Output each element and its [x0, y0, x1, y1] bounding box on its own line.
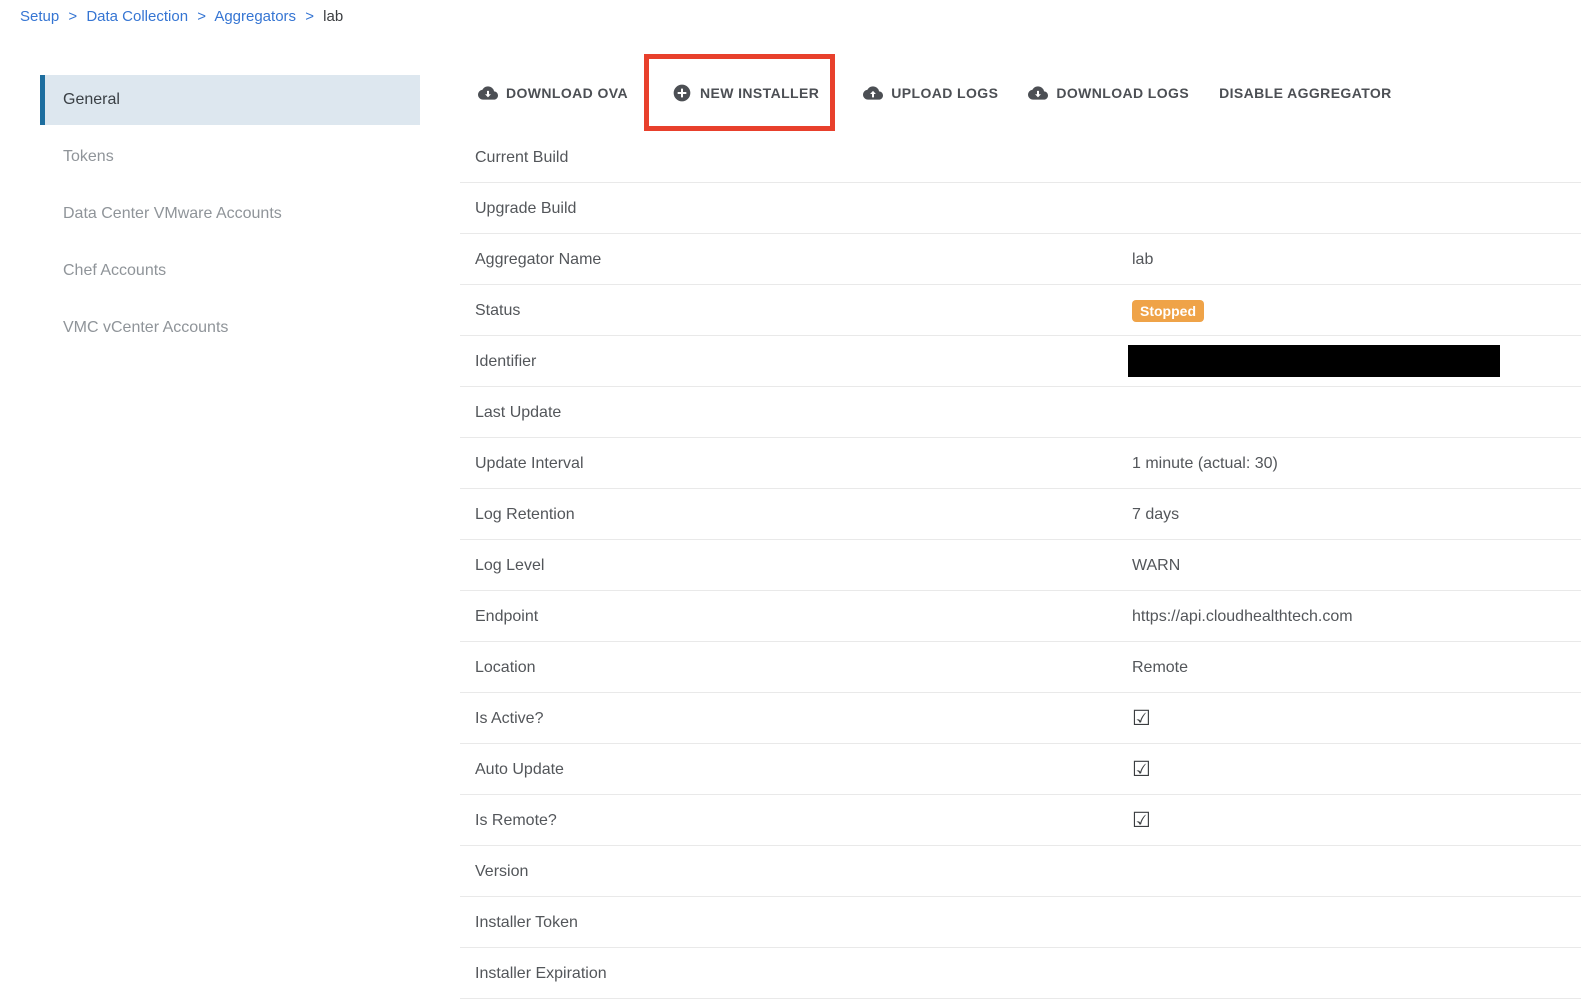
table-row-log-level: Log Level WARN [460, 540, 1581, 591]
new-installer-button[interactable]: NEW INSTALLER [672, 83, 819, 103]
field-value: Remote [1132, 659, 1189, 676]
field-label: Is Active? [475, 710, 544, 727]
field-label: Log Retention [475, 506, 575, 523]
field-value: ☑ [1132, 693, 1151, 744]
cloud-download-icon [1028, 83, 1049, 103]
field-label: Auto Update [475, 761, 564, 778]
table-row-installer-expiration: Installer Expiration [460, 948, 1581, 999]
aggregator-details-table: Current Build Upgrade Build Aggregator N… [460, 132, 1581, 999]
field-label: Is Remote? [475, 812, 557, 829]
checked-checkbox-icon[interactable]: ☑ [1132, 707, 1151, 730]
field-label: Upgrade Build [475, 200, 577, 217]
toolbar: DOWNLOAD OVA NEW INSTALLER UPLOAD LOGS D… [478, 54, 1581, 131]
field-value: WARN [1132, 557, 1181, 574]
table-row-last-update: Last Update [460, 387, 1581, 438]
field-label: Status [475, 302, 521, 319]
main-content: DOWNLOAD OVA NEW INSTALLER UPLOAD LOGS D… [460, 54, 1581, 999]
download-logs-button[interactable]: DOWNLOAD LOGS [1028, 83, 1189, 103]
disable-aggregator-label: DISABLE AGGREGATOR [1219, 85, 1392, 101]
field-label: Version [475, 863, 529, 880]
field-label: Log Level [475, 557, 545, 574]
field-label: Installer Token [475, 914, 578, 931]
field-label: Update Interval [475, 455, 584, 472]
table-row-auto-update: Auto Update ☑ [460, 744, 1581, 795]
download-logs-label: DOWNLOAD LOGS [1056, 85, 1190, 101]
table-row-version: Version [460, 846, 1581, 897]
field-value: https://api.cloudhealthtech.com [1132, 608, 1353, 625]
table-row-identifier: Identifier [460, 336, 1581, 387]
table-row-aggregator-name: Aggregator Name lab [460, 234, 1581, 285]
download-ova-label: DOWNLOAD OVA [506, 85, 628, 101]
sidebar-item-vmc-vcenter-accounts[interactable]: VMC vCenter Accounts [40, 303, 420, 353]
field-value: lab [1132, 251, 1154, 268]
field-label: Endpoint [475, 608, 539, 625]
table-row-status: Status Stopped [460, 285, 1581, 336]
breadcrumb-separator: > [305, 8, 314, 25]
checked-checkbox-icon[interactable]: ☑ [1132, 758, 1151, 781]
breadcrumb-link-aggregators[interactable]: Aggregators [214, 8, 296, 25]
table-row-upgrade-build: Upgrade Build [460, 183, 1581, 234]
plus-circle-icon [672, 83, 692, 103]
breadcrumb-link-setup[interactable]: Setup [20, 8, 59, 25]
sidebar-item-chef-accounts[interactable]: Chef Accounts [40, 246, 420, 296]
redacted-identifier-value [1128, 345, 1500, 377]
breadcrumb: Setup > Data Collection > Aggregators > … [20, 8, 343, 25]
table-row-endpoint: Endpoint https://api.cloudhealthtech.com [460, 591, 1581, 642]
field-label: Aggregator Name [475, 251, 602, 268]
breadcrumb-separator: > [197, 8, 206, 25]
upload-logs-button[interactable]: UPLOAD LOGS [863, 83, 998, 103]
table-row-installer-token: Installer Token [460, 897, 1581, 948]
breadcrumb-link-data-collection[interactable]: Data Collection [86, 8, 188, 25]
download-ova-button[interactable]: DOWNLOAD OVA [478, 83, 628, 103]
upload-logs-label: UPLOAD LOGS [891, 85, 999, 101]
sidebar-item-general[interactable]: General [40, 75, 420, 125]
sidebar-item-data-center-vmware-accounts[interactable]: Data Center VMware Accounts [40, 189, 420, 239]
cloud-upload-icon [863, 83, 884, 103]
sidebar: General Tokens Data Center VMware Accoun… [40, 75, 420, 360]
table-row-location: Location Remote [460, 642, 1581, 693]
field-value: ☑ [1132, 795, 1151, 846]
status-badge: Stopped [1132, 299, 1204, 322]
breadcrumb-current: lab [323, 8, 344, 25]
field-label: Current Build [475, 149, 569, 166]
cloud-download-icon [478, 83, 498, 103]
sidebar-item-tokens[interactable]: Tokens [40, 132, 420, 182]
field-value: 1 minute (actual: 30) [1132, 455, 1278, 472]
field-label: Installer Expiration [475, 965, 607, 982]
breadcrumb-separator: > [68, 8, 78, 25]
table-row-is-active: Is Active? ☑ [460, 693, 1581, 744]
table-row-log-retention: Log Retention 7 days [460, 489, 1581, 540]
field-value: Stopped [1132, 285, 1204, 336]
disable-aggregator-button[interactable]: DISABLE AGGREGATOR [1219, 85, 1392, 101]
table-row-is-remote: Is Remote? ☑ [460, 795, 1581, 846]
table-row-current-build: Current Build [460, 132, 1581, 183]
field-label: Identifier [475, 353, 537, 370]
field-value: ☑ [1132, 744, 1151, 795]
field-label: Last Update [475, 404, 562, 421]
field-value: 7 days [1132, 506, 1180, 523]
field-label: Location [475, 659, 536, 676]
new-installer-label: NEW INSTALLER [699, 85, 820, 101]
checked-checkbox-icon[interactable]: ☑ [1132, 809, 1151, 832]
table-row-update-interval: Update Interval 1 minute (actual: 30) [460, 438, 1581, 489]
